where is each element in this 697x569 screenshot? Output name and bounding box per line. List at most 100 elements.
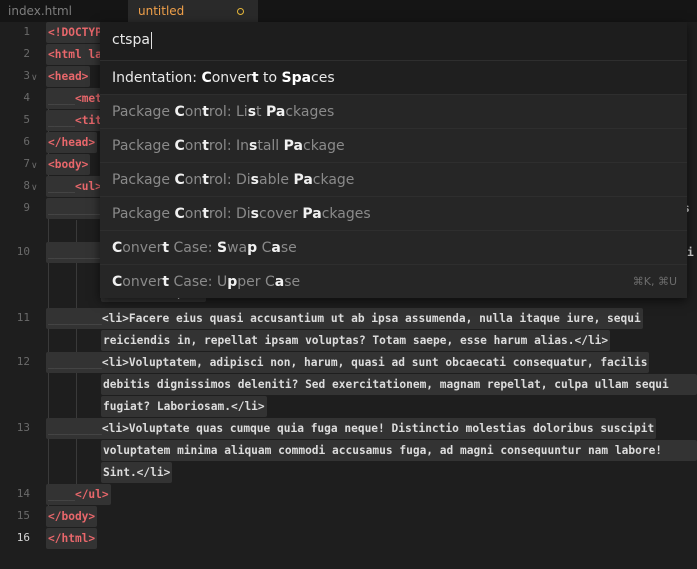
fold-arrow-icon[interactable]: ∨ bbox=[31, 67, 39, 89]
match-highlight: C bbox=[112, 240, 123, 256]
command-palette[interactable]: ctspa Indentation: Convert to Spaces Pack… bbox=[100, 22, 687, 298]
tab-index-html[interactable]: index.html bbox=[0, 0, 128, 22]
item-text: rol: Di bbox=[208, 172, 251, 188]
line-number: 4 bbox=[23, 91, 30, 104]
line-number: 16 bbox=[16, 531, 30, 544]
match-highlight: t bbox=[202, 172, 209, 188]
match-highlight: t bbox=[202, 206, 209, 222]
match-highlight: C bbox=[112, 274, 123, 290]
item-text: Package bbox=[112, 206, 175, 222]
line-number: 10 bbox=[16, 245, 30, 258]
item-text: onver bbox=[122, 274, 163, 290]
item-text: Package bbox=[112, 138, 175, 154]
code-line-8: ____<ul> bbox=[46, 176, 104, 197]
match-highlight: C bbox=[174, 138, 185, 154]
item-text: ckage bbox=[303, 138, 345, 154]
code-line-11-wrap: reiciendis in, repellat ipsam voluptas? … bbox=[101, 330, 611, 351]
code-line-16: </html> bbox=[46, 528, 98, 549]
line-number: 5 bbox=[23, 113, 30, 126]
line-number: 2 bbox=[23, 47, 30, 60]
match-highlight: t bbox=[251, 70, 259, 86]
tab-bar: index.html untitled bbox=[0, 0, 697, 22]
code-line-13: ________<li>Voluptate quas cumque quia f… bbox=[46, 418, 657, 439]
item-text: se bbox=[284, 274, 301, 290]
match-highlight: t bbox=[202, 104, 209, 120]
line-number: 11 bbox=[16, 311, 30, 324]
text-caret bbox=[150, 31, 152, 49]
line-number: 8 bbox=[23, 179, 30, 192]
code-line-3: <head> bbox=[46, 66, 91, 87]
match-highlight: C bbox=[201, 70, 212, 86]
item-text: ckages bbox=[285, 104, 335, 120]
palette-item[interactable]: Indentation: Convert to Spaces bbox=[100, 60, 687, 94]
code-line-12: ________<li>Voluptatem, adipisci non, ha… bbox=[46, 352, 650, 373]
item-text: rol: Di bbox=[208, 206, 251, 222]
match-highlight: p bbox=[247, 240, 258, 256]
code-line-15: </body> bbox=[46, 506, 98, 527]
tab-untitled[interactable]: untitled bbox=[128, 0, 258, 22]
code-line-1: <!DOCTYP bbox=[46, 22, 104, 43]
palette-search-input[interactable]: ctspa bbox=[100, 22, 687, 60]
item-text: t bbox=[256, 104, 266, 120]
item-text: rol: In bbox=[208, 138, 249, 154]
code-line-4: ____<met bbox=[46, 88, 104, 109]
match-highlight: C bbox=[174, 104, 185, 120]
code-line-13-wrap2: Sint.</li> bbox=[101, 462, 173, 483]
unsaved-dot-icon[interactable] bbox=[237, 8, 244, 15]
match-highlight: s bbox=[250, 172, 260, 188]
line-number: 6 bbox=[23, 135, 30, 148]
palette-item[interactable]: Package Control: Install Package bbox=[100, 128, 687, 162]
item-text: cover bbox=[259, 206, 303, 222]
palette-item[interactable]: Package Control: Disable Package bbox=[100, 162, 687, 196]
line-number: 7 bbox=[23, 157, 30, 170]
match-highlight: p bbox=[227, 274, 238, 290]
fold-arrow-icon[interactable]: ∨ bbox=[31, 177, 39, 199]
match-highlight: a bbox=[271, 240, 281, 256]
item-text: to bbox=[258, 70, 282, 86]
item-text: ckages bbox=[321, 206, 371, 222]
item-text: C bbox=[257, 240, 272, 256]
line-number-gutter: 1 2 3 ∨ 4 5 6 7 ∨ 8 ∨ 9 10 11 12 13 14 15 16 bbox=[0, 22, 42, 569]
item-text: onver bbox=[122, 240, 163, 256]
line-number: 15 bbox=[16, 509, 30, 522]
code-line-14: ____</ul> bbox=[46, 484, 111, 505]
code-line-6: </head> bbox=[46, 132, 98, 153]
item-text: Case: U bbox=[169, 274, 228, 290]
fold-arrow-icon[interactable]: ∨ bbox=[31, 155, 39, 177]
code-line-5: ____<tit bbox=[46, 110, 104, 131]
match-highlight: C bbox=[174, 206, 185, 222]
code-line-13-wrap: voluptatem minima aliquam commodi accusa… bbox=[101, 440, 697, 461]
match-highlight: s bbox=[250, 206, 260, 222]
item-text: onver bbox=[211, 70, 252, 86]
code-line-10-end: i bbox=[687, 246, 694, 259]
item-text: per C bbox=[237, 274, 275, 290]
match-highlight: s bbox=[247, 104, 257, 120]
line-number: 13 bbox=[16, 421, 30, 434]
item-text: on bbox=[184, 206, 203, 222]
item-text: Package bbox=[112, 104, 175, 120]
tab-label: untitled bbox=[138, 4, 185, 18]
match-highlight: a bbox=[274, 274, 285, 290]
match-highlight: Pa bbox=[265, 104, 286, 120]
item-text: on bbox=[184, 104, 203, 120]
match-highlight: S bbox=[216, 240, 228, 256]
item-text: Case: bbox=[169, 240, 217, 256]
code-line-11: ________<li>Facere eius quasi accusantiu… bbox=[46, 308, 643, 329]
match-highlight: Pa bbox=[293, 172, 313, 188]
palette-item[interactable]: Package Control: Discover Packages bbox=[100, 196, 687, 230]
item-text: rol: Li bbox=[208, 104, 248, 120]
palette-item[interactable]: Package Control: List Packages bbox=[100, 94, 687, 128]
line-number: 14 bbox=[16, 487, 30, 500]
item-text: wa bbox=[227, 240, 248, 256]
match-highlight: C bbox=[174, 172, 185, 188]
palette-item[interactable]: Convert Case: Upper Case ⌘K, ⌘U bbox=[100, 264, 687, 298]
code-line-12-wrap: debitis dignissimos deleniti? Sed exerci… bbox=[101, 374, 697, 395]
match-highlight: Spa bbox=[281, 70, 312, 86]
palette-item[interactable]: Convert Case: Swap Case bbox=[100, 230, 687, 264]
palette-query: ctspa bbox=[112, 32, 150, 48]
code-line-10: ________ bbox=[46, 242, 102, 263]
match-highlight: Pa bbox=[302, 206, 322, 222]
line-number: 9 bbox=[23, 201, 30, 214]
line-number: 12 bbox=[16, 355, 30, 368]
code-line-12-wrap2: fugiat? Laboriosam.</li> bbox=[101, 396, 267, 417]
